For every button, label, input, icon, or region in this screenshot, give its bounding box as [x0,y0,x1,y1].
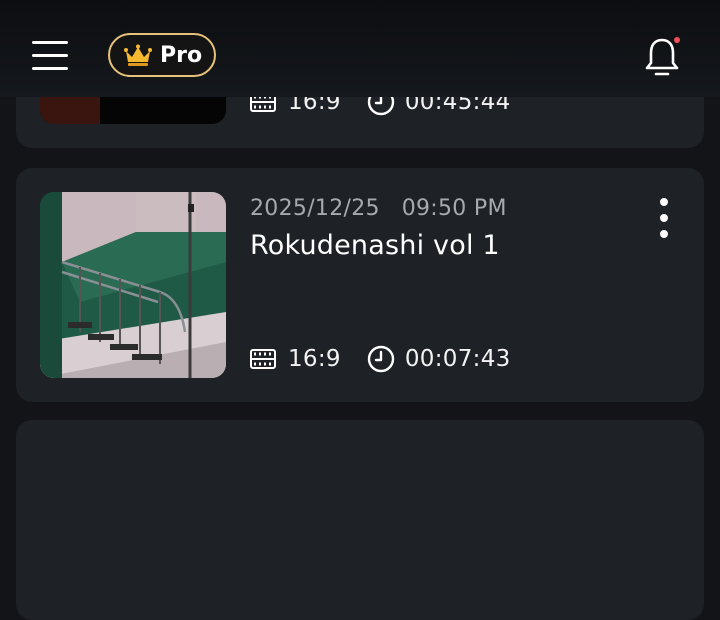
video-thumbnail[interactable] [40,192,226,378]
film-icon [250,349,276,369]
clock-icon [367,345,395,373]
video-card-2[interactable]: 2025/12/25 09:50 PM Rokudenashi vol 1 16… [16,168,704,402]
top-bar: Pro [0,0,720,97]
video-date: 2025/12/25 09:50 PM [250,196,507,221]
aspect-ratio: 16:9 [288,346,341,372]
more-vertical-icon [660,198,668,206]
crown-icon [124,44,152,66]
video-title[interactable]: Rokudenashi vol 1 [250,230,500,261]
pro-badge[interactable]: Pro [108,33,216,77]
duration: 00:07:43 [404,346,511,372]
pro-label: Pro [160,42,203,68]
notification-dot [674,37,680,43]
menu-icon[interactable] [32,41,68,71]
video-card-3[interactable] [16,420,704,620]
video-meta: 16:9 00:07:43 [250,345,511,373]
more-options-button[interactable] [652,198,676,238]
